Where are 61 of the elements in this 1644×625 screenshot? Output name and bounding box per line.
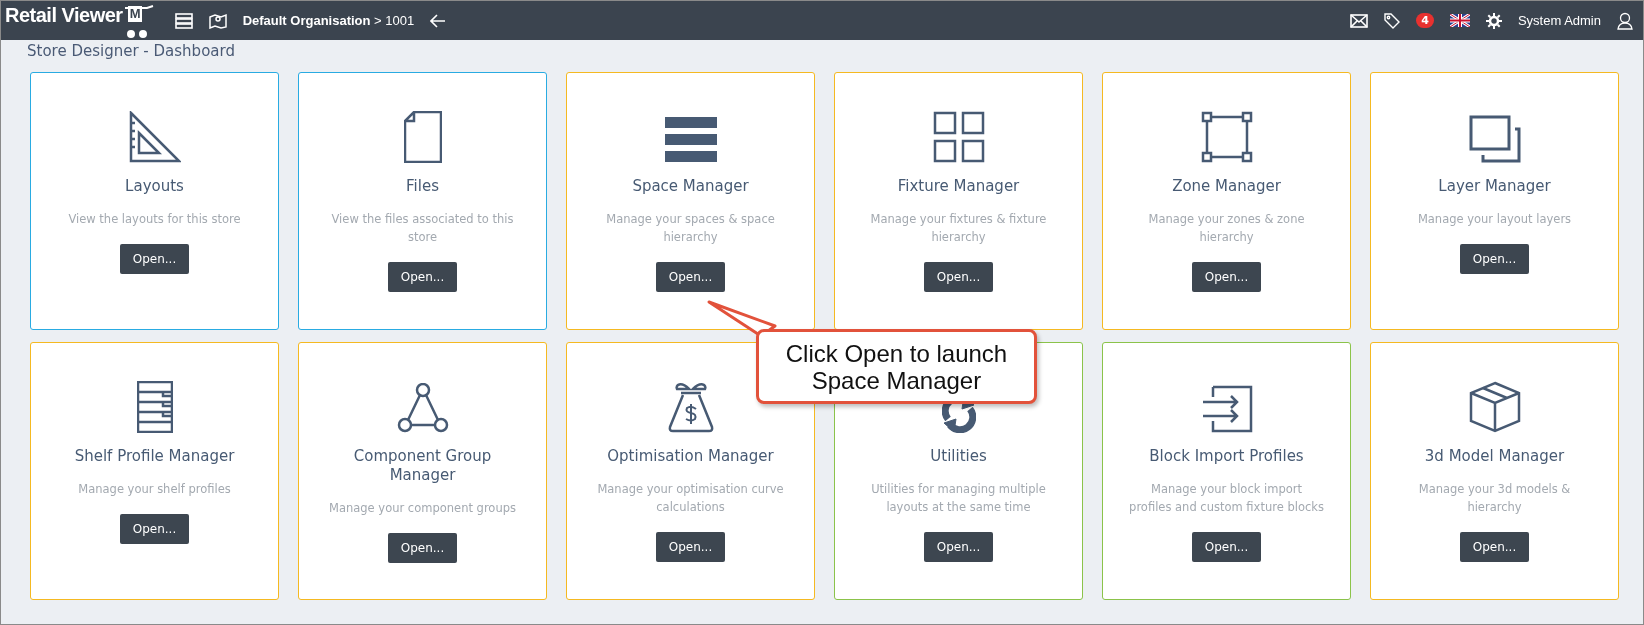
card-description: Manage your 3d models & hierarchy <box>1417 481 1572 516</box>
page-title: Store Designer - Dashboard <box>27 42 236 60</box>
card-title: Zone Manager <box>1172 177 1281 196</box>
card-title: Component Group Manager <box>352 447 493 485</box>
open-button[interactable]: Open... <box>923 262 994 292</box>
grid-icon <box>932 111 985 163</box>
card-description: Manage your shelf profiles <box>78 481 231 498</box>
open-button[interactable]: Open... <box>387 262 458 292</box>
selection-square-icon <box>1200 111 1253 163</box>
card-description: Manage your optimisation curve calculations <box>596 481 785 516</box>
card-title: Block Import Profiles <box>1149 447 1304 466</box>
card-description: View the layouts for this store <box>68 211 241 228</box>
map-pin-icon[interactable] <box>208 12 227 29</box>
back-arrow-icon[interactable] <box>430 13 447 28</box>
cabinet-icon <box>136 381 173 433</box>
open-button[interactable]: Open... <box>119 244 190 274</box>
open-button[interactable]: Open... <box>1459 532 1530 562</box>
open-button[interactable]: Open... <box>1191 262 1262 292</box>
tag-icon[interactable] <box>1384 12 1401 29</box>
menu-icon <box>664 117 717 163</box>
card-description: Utilities for managing multiple layouts at the same time <box>870 481 1047 516</box>
mail-icon[interactable] <box>1350 13 1369 28</box>
card-description: Manage your fixtures & fixture hierarchy <box>869 211 1048 246</box>
card-description: Manage your component groups <box>329 500 516 517</box>
cart-logo: M <box>122 3 159 38</box>
file-icon <box>403 111 442 163</box>
open-button[interactable]: Open... <box>387 533 458 563</box>
import-icon <box>1200 385 1253 433</box>
open-button[interactable]: Open... <box>1459 244 1530 274</box>
card-title: 3d Model Manager <box>1424 447 1565 466</box>
flag-icon[interactable] <box>1449 14 1470 27</box>
card-description: Manage your zones & zone hierarchy <box>1147 211 1306 246</box>
card-title: Utilities <box>930 447 987 466</box>
open-button[interactable]: Open... <box>119 514 190 544</box>
settings-icon[interactable] <box>1485 12 1502 29</box>
money-bag-icon <box>666 381 715 433</box>
card-title: Optimisation Manager <box>607 447 774 466</box>
open-button[interactable]: Open... <box>923 532 994 562</box>
card-description: Manage your layout layers <box>1417 211 1572 228</box>
breadcrumb: Default Organisation > 1001 <box>242 13 415 28</box>
user-icon[interactable] <box>1617 11 1633 30</box>
callout: Click Open to launch Space Manager <box>756 329 1037 404</box>
notification-badge[interactable]: 4 <box>1416 13 1434 28</box>
box-icon <box>1468 381 1521 433</box>
card-title: Layer Manager <box>1438 177 1551 196</box>
card-description: Manage your spaces & space hierarchy <box>605 211 776 246</box>
logo-text: Retail Viewer <box>5 3 123 27</box>
card-title: Files <box>406 177 439 196</box>
card-title: Space Manager <box>632 177 749 196</box>
card-title: Layouts <box>125 177 184 196</box>
menu-icon[interactable] <box>174 12 193 29</box>
open-button[interactable]: Open... <box>1191 532 1262 562</box>
card-description: Manage your block import profiles and custom fixture blocks <box>1129 481 1324 516</box>
layers-icon <box>1468 115 1521 163</box>
user-name[interactable]: System Admin <box>1517 13 1601 28</box>
card-title: Shelf Profile Manager <box>74 447 235 466</box>
network-triangle-icon <box>396 383 449 433</box>
card-description: View the files associated to this store <box>330 211 515 246</box>
card-title: Fixture Manager <box>897 177 1020 196</box>
open-button[interactable]: Open... <box>655 532 726 562</box>
open-button[interactable]: Open... <box>655 262 726 292</box>
